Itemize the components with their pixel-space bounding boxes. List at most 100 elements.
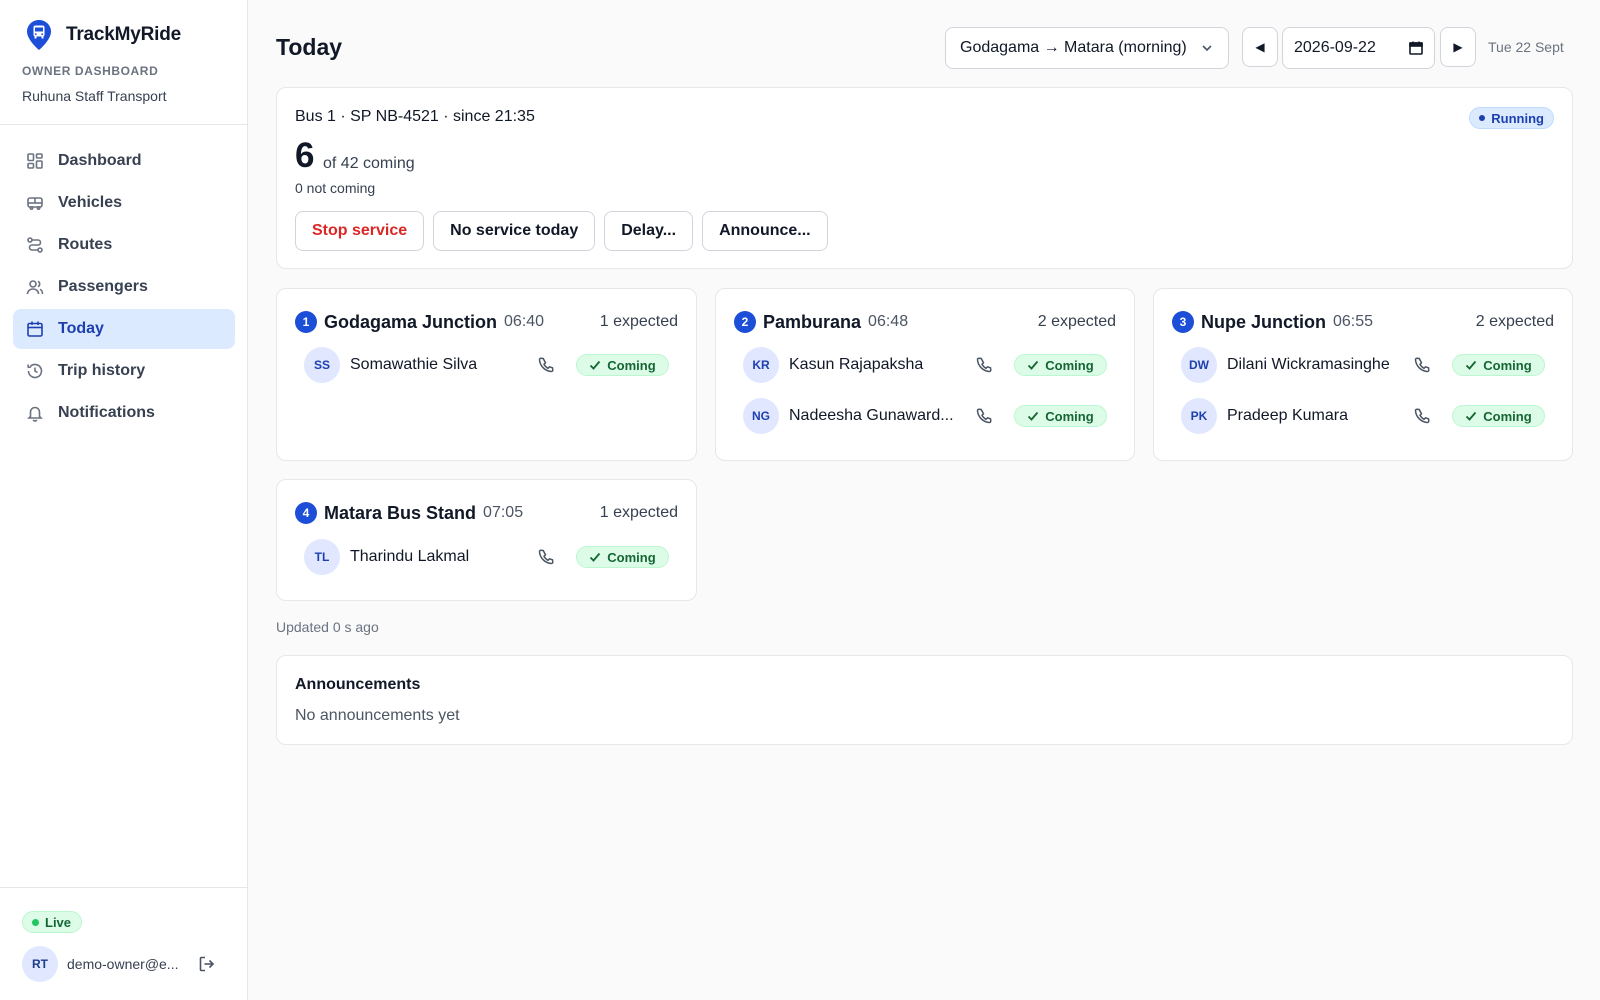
calendar-picker-icon[interactable]: [1408, 40, 1424, 61]
stop-time: 06:40: [504, 313, 545, 330]
coming-status-badge[interactable]: Coming: [576, 354, 669, 376]
phone-icon[interactable]: [974, 406, 994, 426]
passenger-row: KR Kasun Rajapaksha Coming: [743, 347, 1107, 383]
phone-icon[interactable]: [974, 355, 994, 375]
section-label: OWNER DASHBOARD: [22, 64, 159, 78]
coming-status-label: Coming: [1483, 408, 1532, 424]
stop-time: 06:48: [868, 313, 909, 330]
announce-button[interactable]: Announce...: [702, 211, 828, 251]
date-value: 2026-09-22: [1294, 39, 1376, 56]
history-icon: [26, 362, 44, 380]
sidebar-item-label: Passengers: [58, 278, 148, 295]
stop-number: 3: [1172, 311, 1194, 333]
divider: [0, 124, 248, 125]
coming-status-label: Coming: [1483, 357, 1532, 373]
stop-card: 4 Matara Bus Stand 07:05 1 expected TL T…: [276, 479, 697, 601]
sidebar: TrackMyRide OWNER DASHBOARD Ruhuna Staff…: [0, 0, 248, 1000]
live-dot-icon: [32, 918, 39, 926]
stop-card: 2 Pamburana 06:48 2 expected KR Kasun Ra…: [715, 288, 1135, 461]
calendar-icon: [26, 320, 44, 338]
phone-icon[interactable]: [536, 547, 556, 567]
stop-header: 4 Matara Bus Stand 07:05 1 expected: [295, 500, 678, 526]
bell-icon: [26, 404, 44, 422]
date-input[interactable]: 2026-09-22: [1282, 27, 1435, 69]
user-avatar[interactable]: RT: [22, 946, 58, 982]
check-icon: [1466, 411, 1477, 421]
coming-status-badge[interactable]: Coming: [1014, 405, 1107, 427]
passenger-name: Kasun Rajapaksha: [789, 356, 924, 373]
sidebar-item-label: Today: [58, 320, 104, 337]
check-icon: [590, 552, 601, 562]
phone-icon[interactable]: [1412, 355, 1432, 375]
sidebar-item-label: Notifications: [58, 404, 155, 421]
sidebar-item-dashboard[interactable]: Dashboard: [13, 141, 235, 181]
coming-status-badge[interactable]: Coming: [576, 546, 669, 568]
passenger-row: NG Nadeesha Gunaward... Coming: [743, 398, 1107, 434]
passenger-avatar: TL: [304, 539, 340, 575]
stop-expected: 1 expected: [599, 504, 678, 521]
user-email: demo-owner@e...: [67, 956, 179, 972]
no-service-button[interactable]: No service today: [433, 211, 596, 251]
stop-name: Nupe Junction: [1201, 311, 1326, 332]
phone-icon[interactable]: [536, 355, 556, 375]
live-status-label: Live: [45, 914, 72, 930]
sidebar-item-vehicles[interactable]: Vehicles: [13, 183, 235, 223]
sidebar-item-routes[interactable]: Routes: [13, 225, 235, 265]
stop-name: Godagama Junction: [324, 311, 498, 332]
check-icon: [1028, 411, 1039, 421]
stop-service-button[interactable]: Stop service: [295, 211, 425, 251]
route-select[interactable]: Godagama → Matara (morning): [945, 27, 1229, 69]
live-status-badge: Live: [22, 911, 83, 933]
running-dot-icon: [1479, 115, 1486, 121]
sidebar-item-trip-history[interactable]: Trip history: [13, 351, 235, 391]
passenger-name: Somawathie Silva: [350, 356, 478, 373]
stop-expected: 2 expected: [1037, 313, 1116, 330]
sidebar-item-label: Routes: [58, 236, 113, 253]
next-day-button[interactable]: ▶: [1440, 27, 1476, 67]
app-name: TrackMyRide: [66, 24, 182, 45]
stop-expected: 2 expected: [1475, 313, 1554, 330]
passenger-row: SS Somawathie Silva Coming: [304, 347, 669, 383]
check-icon: [1028, 360, 1039, 370]
coming-status-label: Coming: [1045, 408, 1094, 424]
stop-name: Pamburana: [763, 311, 862, 332]
passenger-row: TL Tharindu Lakmal Coming: [304, 539, 669, 575]
sidebar-item-notifications[interactable]: Notifications: [13, 393, 235, 433]
passenger-name: Nadeesha Gunaward...: [789, 407, 954, 424]
bus-icon: [26, 194, 44, 212]
announcements-title: Announcements: [295, 676, 421, 693]
stop-header: 2 Pamburana 06:48 2 expected: [734, 309, 1116, 335]
route-select-value: Godagama → Matara (morning): [960, 39, 1187, 56]
passenger-avatar: KR: [743, 347, 779, 383]
route-icon: [26, 236, 44, 254]
stop-card: 3 Nupe Junction 06:55 2 expected DW Dila…: [1153, 288, 1573, 461]
brand[interactable]: TrackMyRide: [24, 18, 181, 52]
sidebar-item-label: Dashboard: [58, 152, 142, 169]
sidebar-item-passengers[interactable]: Passengers: [13, 267, 235, 307]
phone-icon[interactable]: [1412, 406, 1432, 426]
running-status-label: Running: [1491, 110, 1544, 126]
not-coming-count: 0 not coming: [295, 180, 376, 196]
coming-status-badge[interactable]: Coming: [1014, 354, 1107, 376]
stop-expected: 1 expected: [599, 313, 678, 330]
passenger-avatar: NG: [743, 398, 779, 434]
logout-icon[interactable]: [197, 954, 217, 974]
delay-button[interactable]: Delay...: [604, 211, 694, 251]
passenger-name: Pradeep Kumara: [1227, 407, 1348, 424]
dashboard-icon: [26, 152, 44, 170]
announcements-card: Announcements No announcements yet: [276, 655, 1573, 745]
prev-day-button[interactable]: ◀: [1242, 27, 1278, 67]
coming-status-badge[interactable]: Coming: [1452, 405, 1545, 427]
bus-pin-logo-icon: [24, 18, 54, 52]
stop-time: 07:05: [483, 504, 524, 521]
bus-actions: Stop service No service today Delay... A…: [295, 211, 837, 251]
check-icon: [590, 360, 601, 370]
coming-count: 6: [295, 136, 315, 175]
sidebar-item-today[interactable]: Today: [13, 309, 235, 349]
stop-number: 1: [295, 311, 317, 333]
org-name: Ruhuna Staff Transport: [22, 88, 167, 104]
sidebar-nav: Dashboard Vehicles Routes Passengers Tod…: [13, 141, 235, 435]
passenger-name: Tharindu Lakmal: [350, 548, 470, 565]
coming-status-badge[interactable]: Coming: [1452, 354, 1545, 376]
users-icon: [26, 278, 44, 296]
